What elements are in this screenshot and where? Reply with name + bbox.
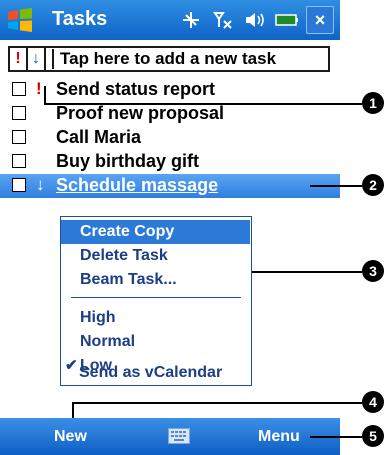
task-row[interactable]: Call Maria <box>0 126 340 150</box>
menu-button[interactable]: Menu <box>258 428 300 446</box>
priority-high-icon: ! <box>36 79 42 98</box>
callout-line-2 <box>310 185 362 187</box>
task-row[interactable]: Proof new proposal <box>0 102 340 126</box>
task-checkbox[interactable] <box>12 130 26 144</box>
callout-line-3 <box>252 271 362 273</box>
device-screen: Tasks × ! ↓ Tap here to add a new task ! <box>0 0 340 455</box>
callout-number-5: 5 <box>362 425 384 447</box>
connectivity-icon[interactable] <box>178 7 204 33</box>
callout-number-4: 4 <box>362 391 384 413</box>
title-bar: Tasks × <box>0 0 340 40</box>
callout-number-3: 3 <box>362 260 384 282</box>
new-task-input[interactable]: Tap here to add a new task <box>52 49 276 69</box>
callout-number-1: 1 <box>362 92 384 114</box>
callout-line-4 <box>72 402 362 404</box>
battery-icon[interactable] <box>274 7 300 33</box>
signal-icon[interactable] <box>210 7 236 33</box>
task-label: Call Maria <box>56 127 142 147</box>
menu-item-send-vcalendar[interactable]: Send as vCalendar <box>60 361 249 385</box>
priority-low-icon: ↓ <box>36 175 45 194</box>
menu-item-normal[interactable]: Normal <box>61 330 250 354</box>
menu-item-high[interactable]: High <box>61 306 250 330</box>
task-row[interactable]: ! Send status report <box>0 78 340 102</box>
new-task-entry-bar: ! ↓ Tap here to add a new task <box>8 46 330 72</box>
high-priority-button[interactable]: ! <box>10 48 28 70</box>
callout-line-1 <box>44 103 362 105</box>
task-checkbox[interactable] <box>12 106 26 120</box>
app-title: Tasks <box>52 8 108 30</box>
task-checkbox[interactable] <box>12 154 26 168</box>
menu-separator <box>71 297 241 298</box>
task-row[interactable]: Buy birthday gift <box>0 150 340 174</box>
task-row-selected[interactable]: ↓ Schedule massage <box>0 174 340 198</box>
task-label: Proof new proposal <box>56 103 225 123</box>
task-label: Schedule massage <box>56 175 219 195</box>
menu-item-delete-task[interactable]: Delete Task <box>61 244 250 268</box>
task-label: Buy birthday gift <box>56 151 199 171</box>
callout-connector-1 <box>44 86 46 103</box>
task-checkbox[interactable] <box>12 178 26 192</box>
callout-connector-4 <box>72 402 74 418</box>
task-checkbox[interactable] <box>12 82 26 96</box>
volume-icon[interactable] <box>242 7 268 33</box>
keyboard-icon[interactable] <box>168 428 190 444</box>
close-button[interactable]: × <box>306 6 334 34</box>
low-priority-button[interactable]: ↓ <box>28 48 46 70</box>
menu-item-beam-task[interactable]: Beam Task... <box>61 268 250 292</box>
task-label: Send status report <box>56 79 216 99</box>
new-button[interactable]: New <box>54 428 87 446</box>
callout-number-2: 2 <box>362 174 384 196</box>
bottom-menu-bar: New Menu <box>0 418 340 455</box>
start-logo-icon[interactable] <box>6 6 34 34</box>
menu-item-create-copy[interactable]: Create Copy <box>61 220 250 244</box>
callout-line-5 <box>310 436 362 438</box>
